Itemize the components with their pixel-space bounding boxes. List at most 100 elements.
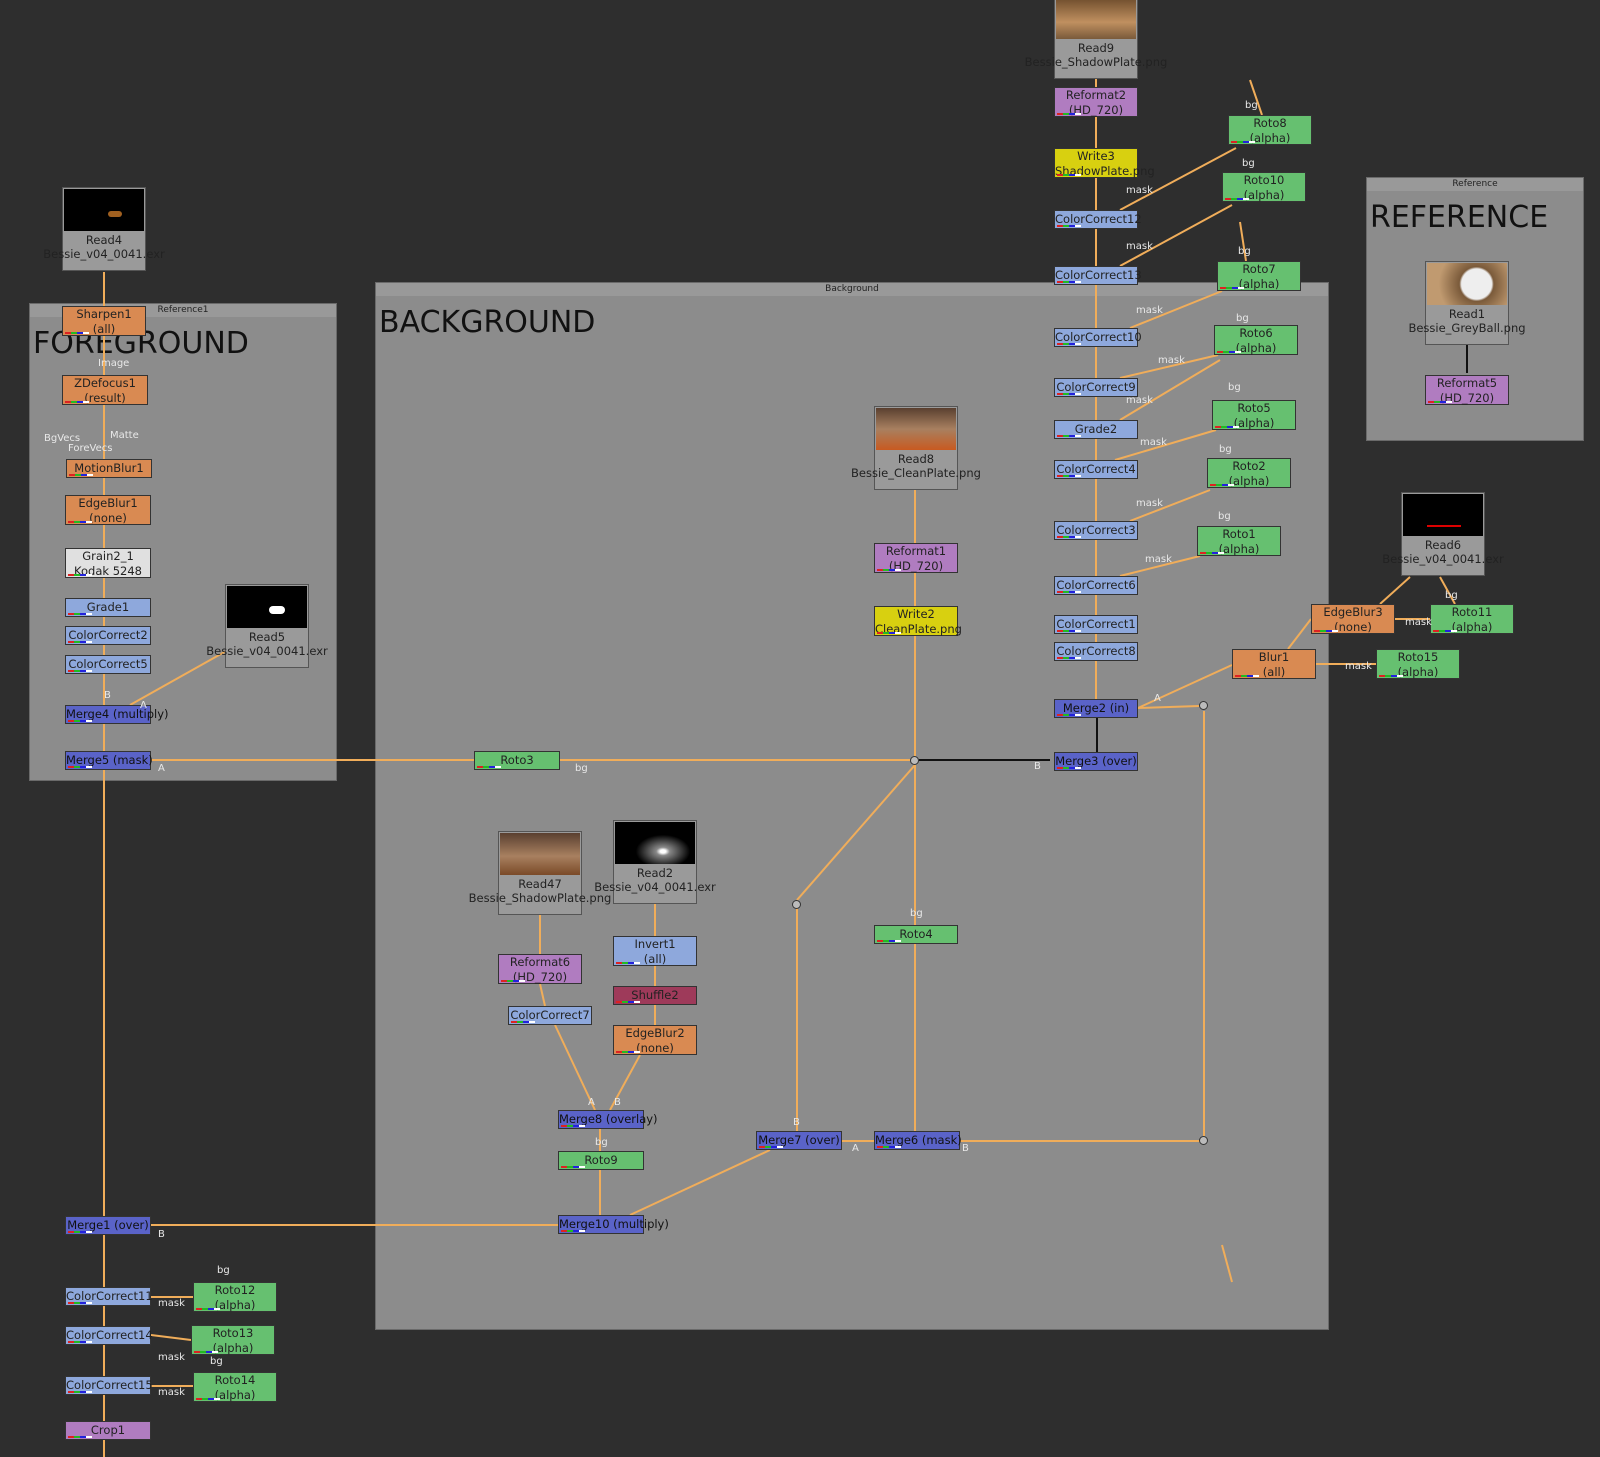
roto5-node[interactable]: Roto5 (alpha) <box>1212 400 1296 430</box>
read-node[interactable]: Read5 Bessie_v04_0041.exr <box>206 584 328 668</box>
shuffle2-node[interactable]: Shuffle2 <box>613 986 697 1005</box>
read-node[interactable]: Read8 Bessie_CleanPlate.png <box>851 406 981 490</box>
grain2-1-node[interactable]: Grain2_1 Kodak 5248 <box>65 548 151 578</box>
read-node[interactable]: Read6 Bessie_v04_0041.exr <box>1382 492 1504 576</box>
channel-pips <box>1231 141 1261 143</box>
colorcorrect7-node[interactable]: ColorCorrect7 <box>508 1006 592 1025</box>
roto15-node[interactable]: Roto15 (alpha) <box>1376 649 1460 679</box>
merge6-node[interactable]: Merge6 (mask) <box>874 1131 962 1150</box>
edgeblur1-node[interactable]: EdgeBlur1 (none) <box>65 495 151 525</box>
dot-node[interactable] <box>792 900 801 909</box>
roto7-node[interactable]: Roto7 (alpha) <box>1217 261 1301 291</box>
colorcorrect4-node[interactable]: ColorCorrect4 <box>1054 460 1138 479</box>
roto1-node[interactable]: Roto1 (alpha) <box>1197 526 1281 556</box>
blur1-node[interactable]: Blur1 (all) <box>1232 649 1316 679</box>
read-node[interactable]: Read4 Bessie_v04_0041.exr <box>43 187 165 271</box>
colorcorrect8-node[interactable]: ColorCorrect8 <box>1054 642 1138 661</box>
wire-label-forevecs: ForeVecs <box>68 443 113 454</box>
channel-pips <box>1200 552 1230 554</box>
roto12-node[interactable]: Roto12 (alpha) <box>193 1282 277 1312</box>
roto11-node[interactable]: Roto11 (alpha) <box>1430 604 1514 634</box>
colorcorrect6-node[interactable]: ColorCorrect6 <box>1054 576 1138 595</box>
thumbnail <box>1427 263 1507 305</box>
wire <box>1221 1244 1233 1283</box>
wire-label-b: B <box>614 1097 621 1108</box>
node-file: Bessie_GreyBall.png <box>1408 321 1526 335</box>
wire-label-a: A <box>588 1097 595 1108</box>
node-name: Invert1 <box>634 937 676 951</box>
write2-node[interactable]: Write2 CleanPlate.png <box>874 606 962 636</box>
edgeblur2-node[interactable]: EdgeBlur2 (none) <box>613 1025 697 1055</box>
channel-pips <box>65 401 95 403</box>
motionblur1-node[interactable]: MotionBlur1 <box>66 459 152 478</box>
node-name: Write3 <box>1077 149 1115 163</box>
edgeblur3-node[interactable]: EdgeBlur3 (none) <box>1311 604 1395 634</box>
roto6-node[interactable]: Roto6 (alpha) <box>1214 325 1298 355</box>
merge10-node[interactable]: Merge10 (multiply) <box>558 1215 669 1234</box>
channel-pips <box>68 1231 98 1233</box>
dot-node[interactable] <box>910 756 919 765</box>
node-wires <box>103 79 1468 1457</box>
colorcorrect2-node[interactable]: ColorCorrect2 <box>65 626 151 645</box>
channel-pips <box>1057 343 1087 345</box>
node-subtitle: (all) <box>1262 665 1286 679</box>
channel-pips <box>1220 287 1250 289</box>
merge8-node[interactable]: Merge8 (overlay) <box>558 1110 658 1129</box>
reformat6-node[interactable]: Reformat6 (HD_720) <box>498 954 582 984</box>
read-node[interactable]: Read2 Bessie_v04_0041.exr <box>594 820 716 904</box>
channel-pips <box>1057 475 1087 477</box>
roto9-node[interactable]: Roto9 <box>558 1151 644 1170</box>
roto14-node[interactable]: Roto14 (alpha) <box>193 1372 277 1402</box>
merge3-node[interactable]: Merge3 (over) <box>1054 752 1138 771</box>
reformat1-node[interactable]: Reformat1 (HD_720) <box>874 543 958 573</box>
crop1-node[interactable]: Crop1 <box>65 1421 151 1440</box>
channel-pips <box>68 521 98 523</box>
grade1-node[interactable]: Grade1 <box>65 598 151 617</box>
node-file: Bessie_v04_0041.exr <box>206 644 328 658</box>
node-subtitle: (alpha) <box>1218 542 1260 556</box>
colorcorrect13-node[interactable]: ColorCorrect13 <box>1054 266 1142 285</box>
thumbnail <box>500 833 580 875</box>
roto10-node[interactable]: Roto10 (alpha) <box>1222 172 1306 202</box>
node-name: Roto2 <box>1232 459 1266 473</box>
merge2-node[interactable]: Merge2 (in) <box>1054 699 1138 718</box>
merge1-node[interactable]: Merge1 (over) <box>65 1216 151 1235</box>
dot-node[interactable] <box>1199 1136 1208 1145</box>
merge7-node[interactable]: Merge7 (over) <box>756 1131 842 1150</box>
merge4-node[interactable]: Merge4 (multiply) <box>65 705 169 724</box>
read-node[interactable]: Read9 Bessie_ShadowPlate.png <box>1025 0 1167 79</box>
colorcorrect14-node[interactable]: ColorCorrect14 <box>65 1326 153 1345</box>
roto4-node[interactable]: Roto4 <box>874 925 958 944</box>
colorcorrect5-node[interactable]: ColorCorrect5 <box>65 655 151 674</box>
node-file: Bessie_CleanPlate.png <box>851 466 981 480</box>
colorcorrect10-node[interactable]: ColorCorrect10 <box>1054 328 1142 347</box>
node-subtitle: (HD_720) <box>1439 391 1495 405</box>
node-name: Roto13 <box>212 1326 254 1340</box>
colorcorrect12-node[interactable]: ColorCorrect12 <box>1054 210 1142 229</box>
node-name: Read6 <box>1424 538 1462 552</box>
sharpen1-node[interactable]: Sharpen1 (all) <box>62 306 146 336</box>
grade2-node[interactable]: Grade2 <box>1054 420 1138 439</box>
node-subtitle: (HD_720) <box>1068 103 1124 117</box>
channel-pips <box>1217 351 1247 353</box>
zdefocus1-node[interactable]: ZDefocus1 (result) <box>62 375 148 405</box>
colorcorrect15-node[interactable]: ColorCorrect15 <box>65 1376 153 1395</box>
colorcorrect1-node[interactable]: ColorCorrect1 <box>1054 615 1138 634</box>
node-name: Read5 <box>248 630 286 644</box>
invert1-node[interactable]: Invert1 (all) <box>613 936 697 966</box>
colorcorrect11-node[interactable]: ColorCorrect11 <box>65 1287 153 1306</box>
reformat2-node[interactable]: Reformat2 (HD_720) <box>1054 87 1138 117</box>
roto2-node[interactable]: Roto2 (alpha) <box>1207 458 1291 488</box>
roto3-node[interactable]: Roto3 <box>474 751 560 770</box>
write3-node[interactable]: Write3 ShadowPlate.png <box>1054 148 1155 178</box>
dot-node[interactable] <box>1199 701 1208 710</box>
colorcorrect3-node[interactable]: ColorCorrect3 <box>1054 521 1138 540</box>
read-node[interactable]: Read1 Bessie_GreyBall.png <box>1408 261 1526 345</box>
read-node[interactable]: Read47 Bessie_ShadowPlate.png <box>469 831 611 915</box>
wire-label-image: Image <box>98 358 130 369</box>
roto8-node[interactable]: Roto8 (alpha) <box>1228 115 1312 145</box>
merge5-node[interactable]: Merge5 (mask) <box>65 751 153 770</box>
reformat5-node[interactable]: Reformat5 (HD_720) <box>1425 375 1509 405</box>
roto13-node[interactable]: Roto13 (alpha) <box>191 1325 275 1355</box>
wire-label-bg: bg <box>1228 382 1241 393</box>
